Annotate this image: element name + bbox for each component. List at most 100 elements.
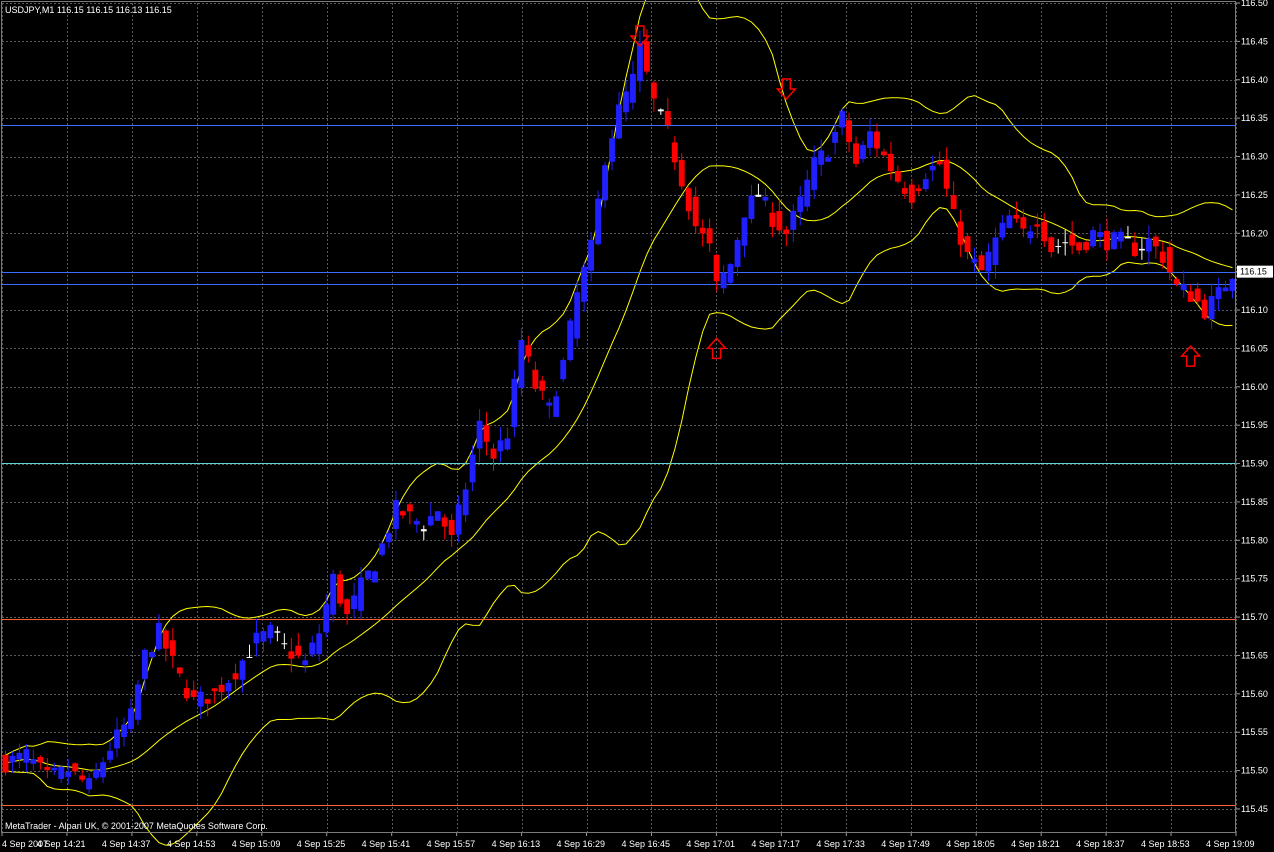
candle-body	[16, 752, 23, 760]
candle-body	[37, 757, 44, 763]
candle-body	[9, 755, 16, 763]
x-tick-label: 4 Sep 18:37	[1076, 839, 1125, 849]
candle-body	[323, 604, 330, 633]
candle-body	[1229, 278, 1236, 292]
candle-body	[741, 217, 748, 246]
candle-body	[706, 228, 713, 244]
candlesticks	[2, 29, 1236, 795]
candle-body	[609, 138, 615, 162]
candle-body	[720, 272, 727, 289]
candle-body	[825, 157, 832, 162]
candle-body	[413, 520, 420, 525]
x-tick-label: 4 Sep 17:17	[751, 839, 800, 849]
candle-body	[678, 159, 685, 187]
candle-body	[392, 500, 399, 530]
candle-body	[316, 633, 323, 655]
candle-body	[978, 255, 985, 271]
candle-body	[560, 360, 567, 380]
candle-body	[539, 380, 546, 391]
y-tick-label: 115.45	[1241, 804, 1268, 814]
y-tick-label: 115.70	[1241, 612, 1268, 622]
current-price-tag: 116.15	[1240, 267, 1267, 277]
candle-body	[337, 574, 344, 604]
x-tick-label: 4 Sep 19:09	[1206, 839, 1255, 849]
candle-body	[1083, 242, 1090, 251]
candle-body	[434, 511, 441, 521]
arrow-up-marker	[1179, 344, 1202, 367]
candle-body	[476, 420, 483, 449]
y-tick-label: 116.05	[1241, 343, 1268, 353]
candle-body	[128, 708, 134, 730]
candle-body	[727, 264, 734, 283]
candle-body	[574, 292, 581, 339]
y-tick-label: 115.80	[1241, 535, 1268, 545]
candle-body	[379, 543, 385, 555]
candle-body	[546, 402, 553, 406]
candle-body	[497, 440, 504, 452]
y-tick-label: 115.65	[1241, 650, 1268, 660]
x-tick-label: 4 Sep 16:45	[621, 839, 670, 849]
candle-body	[162, 630, 169, 649]
candle-body	[1187, 291, 1194, 302]
candle-body	[1131, 242, 1138, 257]
candle-body	[922, 179, 929, 190]
candle-body	[853, 143, 859, 164]
candle-body	[483, 425, 490, 442]
candle-body	[1013, 214, 1020, 219]
candle-body	[525, 345, 532, 357]
candle-body	[365, 570, 371, 579]
y-tick-label: 116.25	[1241, 190, 1268, 200]
candle-body	[846, 120, 852, 142]
y-tick-label: 116.30	[1241, 152, 1268, 162]
candle-body	[344, 599, 351, 615]
candle-body	[999, 222, 1006, 238]
y-tick-label: 115.90	[1241, 459, 1268, 469]
x-tick-label: 4 Sep 17:01	[686, 839, 735, 849]
candle-body	[44, 766, 51, 771]
chart-window[interactable]: 116.50 116.45 116.40 116.35 116.30 116.25 116.…	[0, 0, 1274, 852]
candle-body	[1076, 242, 1083, 251]
candle-body	[225, 682, 232, 692]
candle-body	[1020, 217, 1027, 229]
candle-body	[588, 239, 595, 271]
candle-body	[602, 165, 608, 201]
candle-body	[1215, 287, 1222, 300]
candle-body	[964, 236, 971, 253]
candle-body	[135, 684, 141, 720]
candle-body	[211, 688, 218, 692]
candle-body	[302, 660, 309, 666]
candle-body	[664, 111, 671, 126]
candle-body	[1145, 238, 1152, 252]
candle-body	[867, 131, 873, 148]
x-tick-label: 4 Sep 15:09	[232, 839, 281, 849]
candle-body	[929, 165, 936, 171]
y-tick-label: 115.85	[1241, 497, 1268, 507]
candle-body	[671, 142, 678, 163]
candle-body	[685, 188, 692, 212]
candle-body	[469, 454, 476, 483]
candle-body	[1118, 231, 1124, 242]
candle-body	[218, 684, 225, 693]
candle-body	[23, 749, 30, 763]
candle-body	[155, 622, 162, 650]
candle-body	[748, 195, 755, 219]
candle-body	[1062, 242, 1069, 244]
candle-body	[581, 266, 588, 302]
price-chart[interactable]: 116.50 116.45 116.40 116.35 116.30 116.25 116.…	[0, 0, 1274, 852]
price-axis: 116.50 116.45 116.40 116.35 116.30 116.25 116.…	[1236, 0, 1273, 814]
x-tick-label: 4 Sep 17:33	[816, 839, 865, 849]
candle-body	[532, 369, 539, 389]
candle-body	[93, 769, 100, 778]
candle-body	[281, 643, 288, 645]
candle-body	[260, 631, 267, 642]
candle-body	[406, 504, 413, 512]
x-tick-label: 4 Sep 14:21	[37, 839, 86, 849]
y-tick-label: 116.50	[1241, 0, 1268, 8]
candle-body	[950, 195, 957, 209]
candle-body	[636, 42, 643, 82]
candle-body	[455, 504, 462, 535]
candle-body	[804, 179, 811, 207]
candle-body	[267, 625, 274, 639]
candle-body	[567, 320, 574, 360]
candle-body	[1104, 230, 1110, 251]
